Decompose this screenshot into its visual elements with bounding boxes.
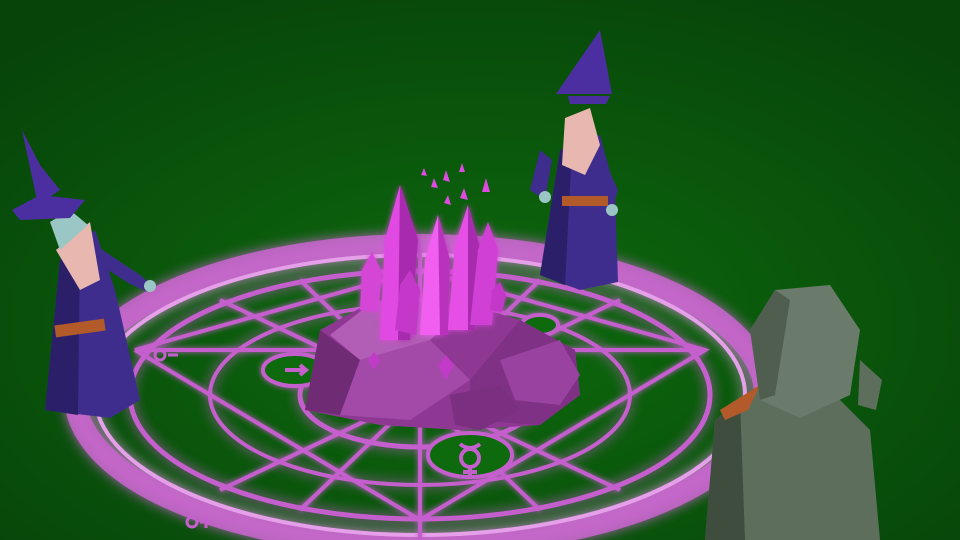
game-scene xyxy=(0,0,960,540)
